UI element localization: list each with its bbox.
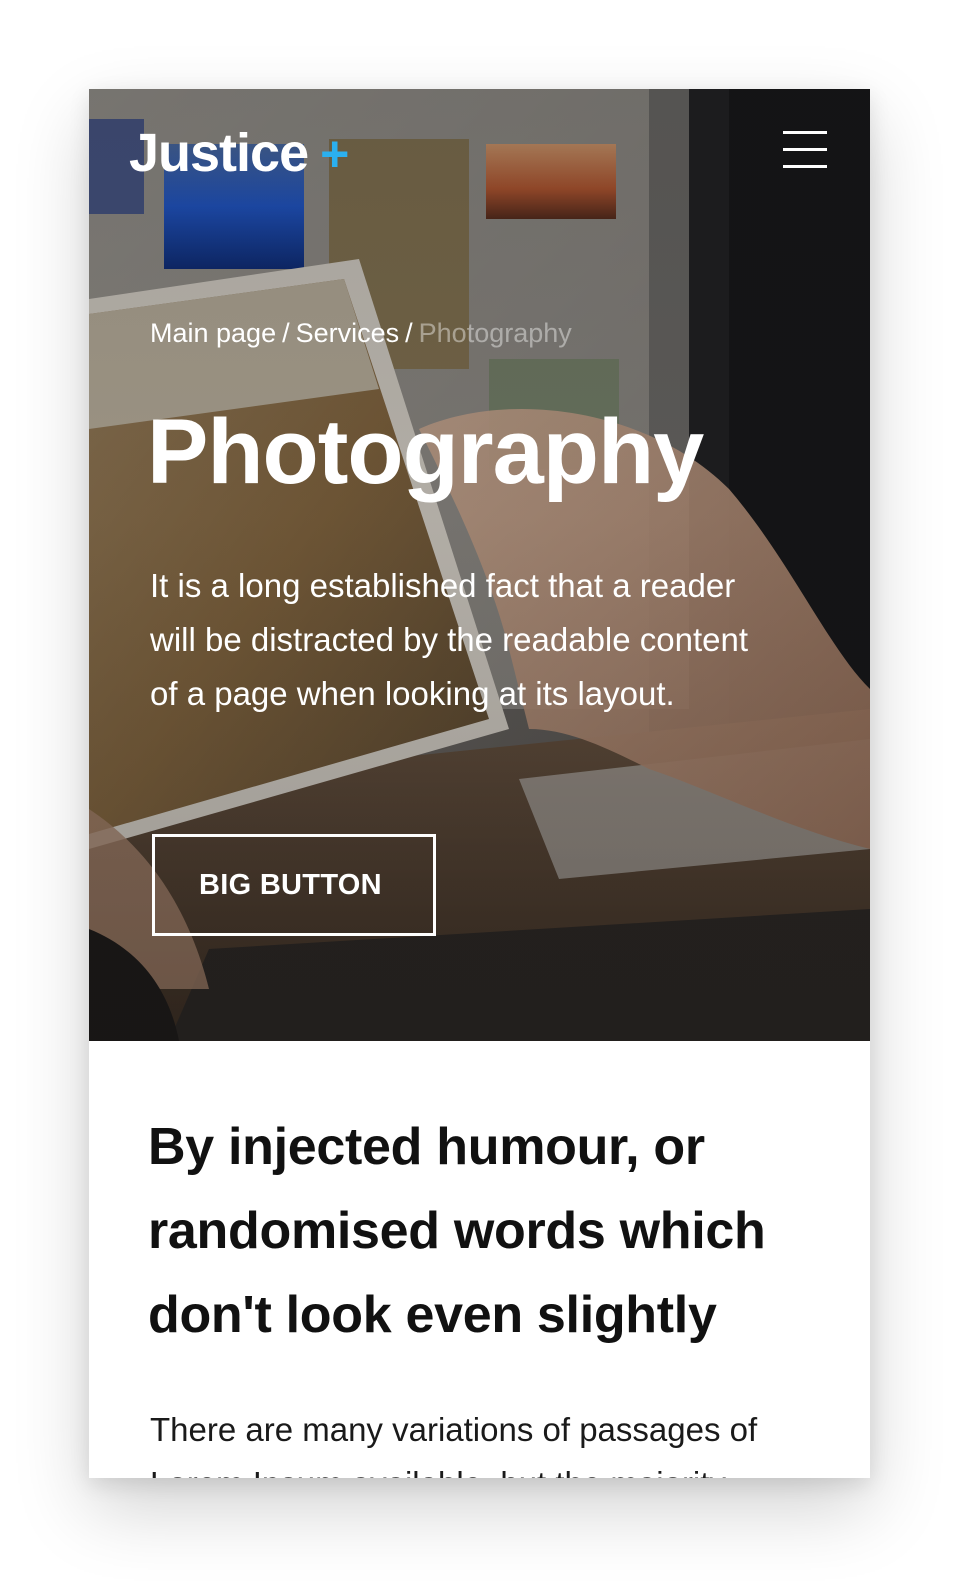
- menu-line: [783, 131, 827, 134]
- breadcrumb: Main page / Services / Photography: [150, 315, 572, 351]
- breadcrumb-main-page[interactable]: Main page: [150, 318, 276, 348]
- page-title: Photography: [147, 401, 704, 503]
- big-button[interactable]: BIG BUTTON: [152, 834, 436, 936]
- menu-line: [783, 165, 827, 168]
- top-navigation-bar: Justice +: [129, 117, 829, 187]
- section-heading: By injected humour, or randomised words …: [148, 1118, 766, 1344]
- site-logo[interactable]: Justice +: [129, 121, 349, 186]
- hero-section: Justice + Main page / Services / Photography …: [89, 89, 870, 1041]
- logo-text: Justice: [129, 123, 309, 183]
- mobile-viewport: Justice + Main page / Services / Photography …: [89, 89, 870, 1478]
- section-paragraph: There are many variations of passages of…: [150, 1411, 758, 1478]
- breadcrumb-separator: /: [405, 318, 413, 348]
- breadcrumb-current: Photography: [418, 318, 572, 348]
- breadcrumb-separator: /: [282, 318, 290, 348]
- menu-line: [783, 148, 827, 151]
- breadcrumb-services[interactable]: Services: [296, 318, 400, 348]
- hero-description: It is a long established fact that a rea…: [150, 567, 749, 712]
- content-section: By injected humour, or randomised words …: [89, 1041, 870, 1478]
- logo-plus-icon: +: [320, 126, 349, 182]
- page-background: Justice + Main page / Services / Photography …: [0, 0, 969, 1584]
- hamburger-menu-icon[interactable]: [781, 127, 829, 171]
